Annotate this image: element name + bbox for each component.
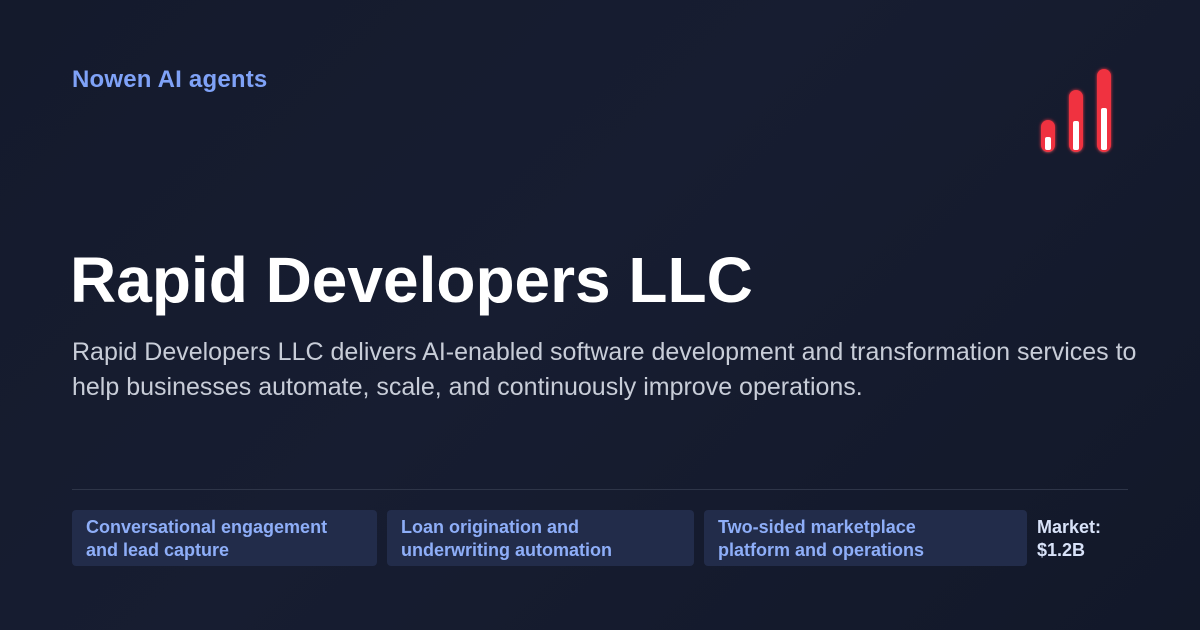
- tag-line: platform and operations: [718, 540, 925, 560]
- tag-line: and lead capture: [86, 540, 230, 560]
- company-name: Rapid Developers LLC: [70, 244, 753, 316]
- tag-line: Loan origination and: [401, 517, 579, 537]
- tag-marketplace-platform: Two-sided marketplace platform and opera…: [704, 510, 1027, 566]
- market-label: Market:: [1037, 517, 1102, 537]
- divider: [72, 489, 1128, 490]
- signal-bars-icon: [1041, 69, 1111, 152]
- company-description: Rapid Developers LLC delivers AI-enabled…: [72, 338, 1137, 401]
- og-card: Nowen AI agents Rapid Developers LLC Rap…: [0, 0, 1200, 630]
- tag-conversational-engagement: Conversational engagement and lead captu…: [72, 510, 377, 566]
- tag-line: Conversational engagement: [86, 517, 328, 537]
- tag-loan-origination: Loan origination and underwriting automa…: [387, 510, 694, 566]
- tag-line: underwriting automation: [401, 540, 612, 560]
- tag-line: Two-sided marketplace: [718, 517, 916, 537]
- brand-name: Nowen AI agents: [72, 66, 268, 93]
- market-size: Market: $1.2B: [1037, 516, 1101, 562]
- market-value: $1.2B: [1037, 540, 1086, 560]
